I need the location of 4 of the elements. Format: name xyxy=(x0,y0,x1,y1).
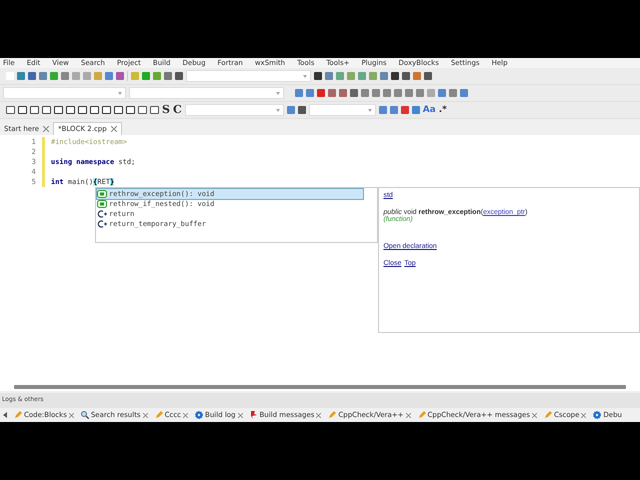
toolbar-button[interactable]: .* xyxy=(438,105,447,115)
toolbar-button[interactable]: C xyxy=(172,105,182,115)
toolbar-button[interactable]: Aa xyxy=(422,105,436,115)
toolbar-button[interactable]: S xyxy=(162,105,170,115)
